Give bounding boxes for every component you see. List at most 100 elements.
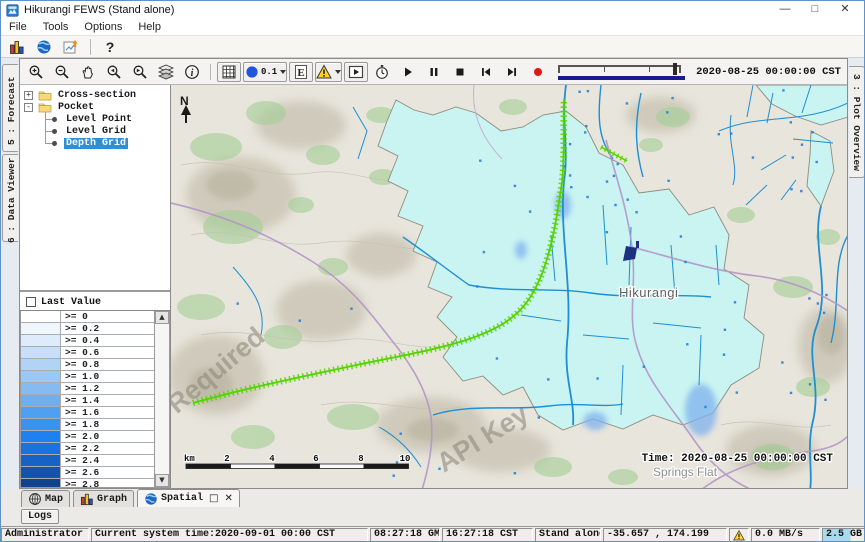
thresholds-dropdown[interactable]: [315, 62, 342, 82]
info-button[interactable]: i: [180, 62, 204, 82]
toolbar-separator: [210, 64, 211, 80]
legend-row[interactable]: >= 2.2: [21, 443, 154, 455]
legend-row[interactable]: >= 0.2: [21, 323, 154, 335]
tree-item-level-point[interactable]: Level Point: [20, 113, 170, 125]
chart-up-icon: [63, 39, 79, 55]
tree-item-cross-section[interactable]: +Cross-section: [20, 89, 170, 101]
step-back-button[interactable]: [474, 62, 498, 82]
zoom-out-button[interactable]: [50, 62, 74, 82]
status-operation-mode: Stand alone: [535, 528, 601, 542]
legend-value-label: >= 0.8: [61, 359, 154, 370]
logs-button[interactable]: Logs: [21, 509, 59, 524]
layers-button[interactable]: [154, 62, 178, 82]
stop-button[interactable]: [448, 62, 472, 82]
chevron-down-icon: [335, 70, 341, 74]
scroll-track[interactable]: [155, 324, 169, 474]
zoom-in-button[interactable]: [24, 62, 48, 82]
legend-row[interactable]: >= 1.8: [21, 419, 154, 431]
collapse-icon[interactable]: -: [24, 103, 33, 112]
menu-tools[interactable]: Tools: [35, 19, 77, 35]
status-system-time: Current system time:2020-09-01 00:00 CST: [91, 528, 368, 542]
legend-row[interactable]: >= 2.6: [21, 467, 154, 479]
zoom-next-icon: [132, 64, 148, 80]
scroll-down-button[interactable]: ▼: [155, 474, 169, 487]
place-label-town: Hikurangi: [619, 285, 678, 300]
close-view-button[interactable]: ✕: [225, 493, 233, 504]
place-label-locality: Springs Flat: [653, 465, 718, 479]
map-canvas[interactable]: API Key Required API Key Required: [171, 85, 847, 488]
legend-value-label: >= 2.8: [61, 479, 154, 488]
legend-row[interactable]: >= 1.2: [21, 383, 154, 395]
tab-data-viewer[interactable]: 6 : Data Viewer: [2, 154, 18, 242]
database-viewer-button[interactable]: [59, 37, 83, 57]
folder-icon: [38, 102, 52, 113]
legend-row[interactable]: >= 0: [21, 311, 154, 323]
legend-row[interactable]: >= 1.4: [21, 395, 154, 407]
legend-row[interactable]: >= 1.6: [21, 407, 154, 419]
menu-file[interactable]: File: [1, 19, 35, 35]
legend-value-label: >= 2.2: [61, 443, 154, 454]
step-forward-button[interactable]: [500, 62, 524, 82]
grid-display-button[interactable]: [217, 62, 241, 82]
class-break-dropdown[interactable]: 0.1: [243, 62, 287, 82]
help-button[interactable]: ?: [98, 37, 122, 57]
timer-button[interactable]: [370, 62, 394, 82]
minimize-button[interactable]: —: [770, 1, 800, 19]
top-toolbar: ?: [1, 36, 864, 58]
wire-globe-icon: [28, 492, 42, 506]
grid-icon: [221, 64, 237, 80]
time-slider[interactable]: [558, 63, 685, 81]
legend-value-label: >= 1.0: [61, 371, 154, 382]
legend-row[interactable]: >= 2.4: [21, 455, 154, 467]
scroll-up-button[interactable]: ▲: [155, 311, 169, 324]
maximize-button[interactable]: □: [800, 1, 830, 19]
svg-text:N: N: [180, 94, 189, 108]
legend-row[interactable]: >= 1.0: [21, 371, 154, 383]
legend-value-label: >= 2.0: [61, 431, 154, 442]
layer-tree: +Cross-section-PocketLevel PointLevel Gr…: [20, 85, 170, 292]
tree-item-pocket[interactable]: -Pocket: [20, 101, 170, 113]
legend-button[interactable]: E: [289, 62, 313, 82]
legend-row[interactable]: >= 0.8: [21, 359, 154, 371]
zoom-next-button[interactable]: [128, 62, 152, 82]
animation-button[interactable]: [344, 62, 368, 82]
tab-graph[interactable]: Graph: [73, 490, 134, 507]
tab-plot-overview[interactable]: 3 : Plot Overview: [849, 66, 865, 178]
status-system-alert: [729, 528, 749, 542]
tab-forecast[interactable]: 5 : Forecast: [2, 64, 18, 152]
tab-spatial[interactable]: Spatial□✕: [137, 489, 240, 507]
restore-view-button[interactable]: □: [209, 493, 218, 504]
legend-scrollbar[interactable]: ▲ ▼: [154, 311, 169, 487]
zoom-previous-button[interactable]: [102, 62, 126, 82]
main-frame: i 0.1E 2020-08-25 00:00:00 CST +Cross-sect…: [19, 58, 848, 489]
legend-row[interactable]: >= 0.6: [21, 347, 154, 359]
legend-swatch: [21, 359, 61, 370]
record-button[interactable]: [526, 62, 550, 82]
svg-text:2: 2: [224, 454, 229, 464]
pause-button[interactable]: [422, 62, 446, 82]
expand-icon[interactable]: +: [24, 91, 33, 100]
timeseries-dialog-button[interactable]: [5, 37, 29, 57]
legend-row[interactable]: >= 2.8: [21, 479, 154, 488]
menu-help[interactable]: Help: [130, 19, 169, 35]
zoom-in-icon: [28, 64, 44, 80]
time-slider-ruler[interactable]: [558, 65, 681, 73]
current-datetime: 2020-08-25 00:00:00 CST: [693, 66, 843, 78]
spatial-display-button[interactable]: [32, 37, 56, 57]
leaf-bullet-icon: [52, 117, 57, 122]
tab-map[interactable]: Map: [21, 490, 70, 507]
legend-row[interactable]: >= 0.4: [21, 335, 154, 347]
time-slider-thumb[interactable]: [673, 63, 677, 75]
menu-options[interactable]: Options: [76, 19, 130, 35]
pan-button[interactable]: [76, 62, 100, 82]
status-text: Administrator: [5, 529, 83, 541]
last-value-checkbox[interactable]: [26, 297, 36, 307]
play-button[interactable]: [396, 62, 420, 82]
legend-row[interactable]: >= 2.0: [21, 431, 154, 443]
tree-item-level-grid[interactable]: Level Grid: [20, 125, 170, 137]
tree-item-depth-grid[interactable]: Depth Grid: [20, 137, 170, 149]
view-tab-bar: MapGraphSpatial□✕: [1, 489, 864, 507]
stop-icon: [452, 64, 468, 80]
tree-item-label: Depth Grid: [64, 138, 128, 149]
close-button[interactable]: ✕: [830, 1, 860, 19]
